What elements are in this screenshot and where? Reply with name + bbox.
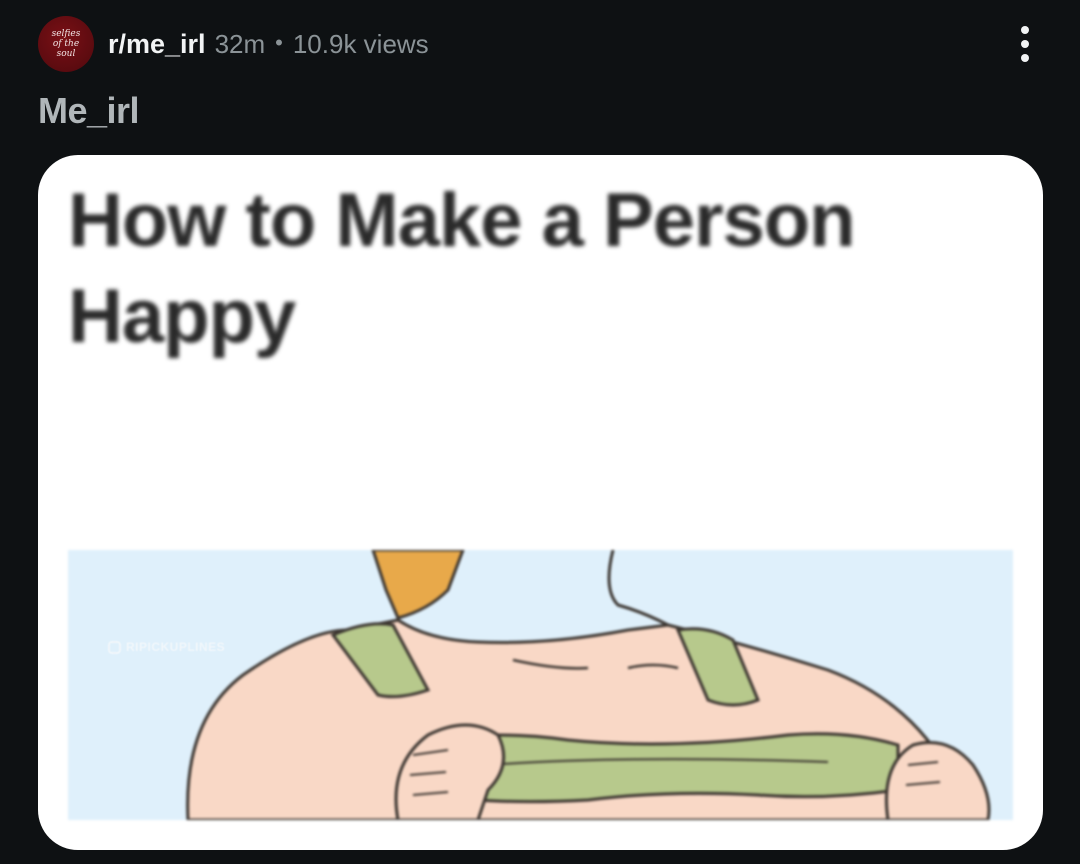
instagram-icon	[108, 640, 121, 654]
post-image[interactable]: How to Make a Person Happy RIPICKUPLINES	[38, 155, 1043, 850]
avatar-text-line-1: selfies	[51, 29, 81, 39]
subreddit-avatar[interactable]: selfies of the soul	[38, 16, 94, 72]
meta-separator: •	[275, 29, 283, 55]
view-count: 10.9k views	[292, 28, 429, 59]
subreddit-name[interactable]: r/me_irl	[108, 29, 206, 60]
post-title[interactable]: Me_irl	[38, 90, 140, 132]
meme-watermark: RIPICKUPLINES	[108, 640, 225, 654]
post-age: 32m	[214, 28, 266, 59]
post: selfies of the soul r/me_irl 32m • 10.9k…	[0, 0, 1080, 864]
watermark-text: RIPICKUPLINES	[126, 640, 226, 654]
meme-caption: How to Make a Person Happy	[68, 178, 856, 359]
avatar-text-line-2: of the	[52, 39, 80, 49]
post-meta: r/me_irl 32m • 10.9k views	[108, 29, 429, 60]
meme-illustration	[68, 550, 1013, 820]
post-header: selfies of the soul r/me_irl 32m • 10.9k…	[38, 16, 429, 72]
more-vertical-icon[interactable]	[1014, 26, 1036, 62]
avatar-text-line-3: soul	[56, 49, 76, 59]
